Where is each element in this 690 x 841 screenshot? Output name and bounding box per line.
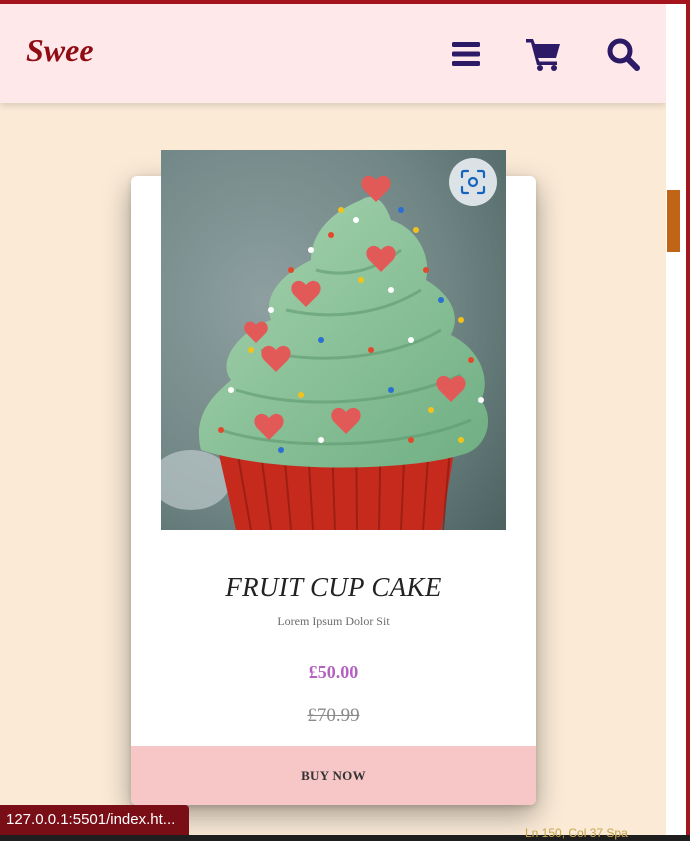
site-logo[interactable]: Swee — [26, 32, 94, 69]
menu-icon[interactable] — [448, 36, 484, 72]
visual-search-button[interactable] — [449, 158, 497, 206]
product-old-price: £70.99 — [307, 705, 360, 726]
visual-search-icon — [460, 169, 486, 195]
product-subtitle: Lorem Ipsum Dolor Sit — [277, 614, 390, 628]
link-status-url: 127.0.0.1:5501/index.ht... — [0, 805, 190, 835]
search-icon[interactable] — [605, 36, 641, 72]
editor-status-text: Ln 150, Col 37 Spa — [525, 826, 628, 840]
page-viewport: Swee FRUIT CUP CAKE Lorem Ipsum Dolor Si… — [0, 4, 666, 835]
product-price: £50.00 — [308, 662, 359, 682]
scrollbar-track[interactable] — [666, 4, 686, 835]
product-card: FRUIT CUP CAKE Lorem Ipsum Dolor Sit £50… — [131, 150, 536, 805]
product-title: FRUIT CUP CAKE — [225, 572, 442, 602]
cart-icon[interactable] — [525, 36, 561, 72]
product-image[interactable] — [161, 150, 506, 530]
site-header: Swee — [0, 4, 666, 103]
scrollbar-thumb[interactable] — [667, 190, 680, 252]
buy-now-button[interactable]: BUY NOW — [131, 746, 536, 805]
